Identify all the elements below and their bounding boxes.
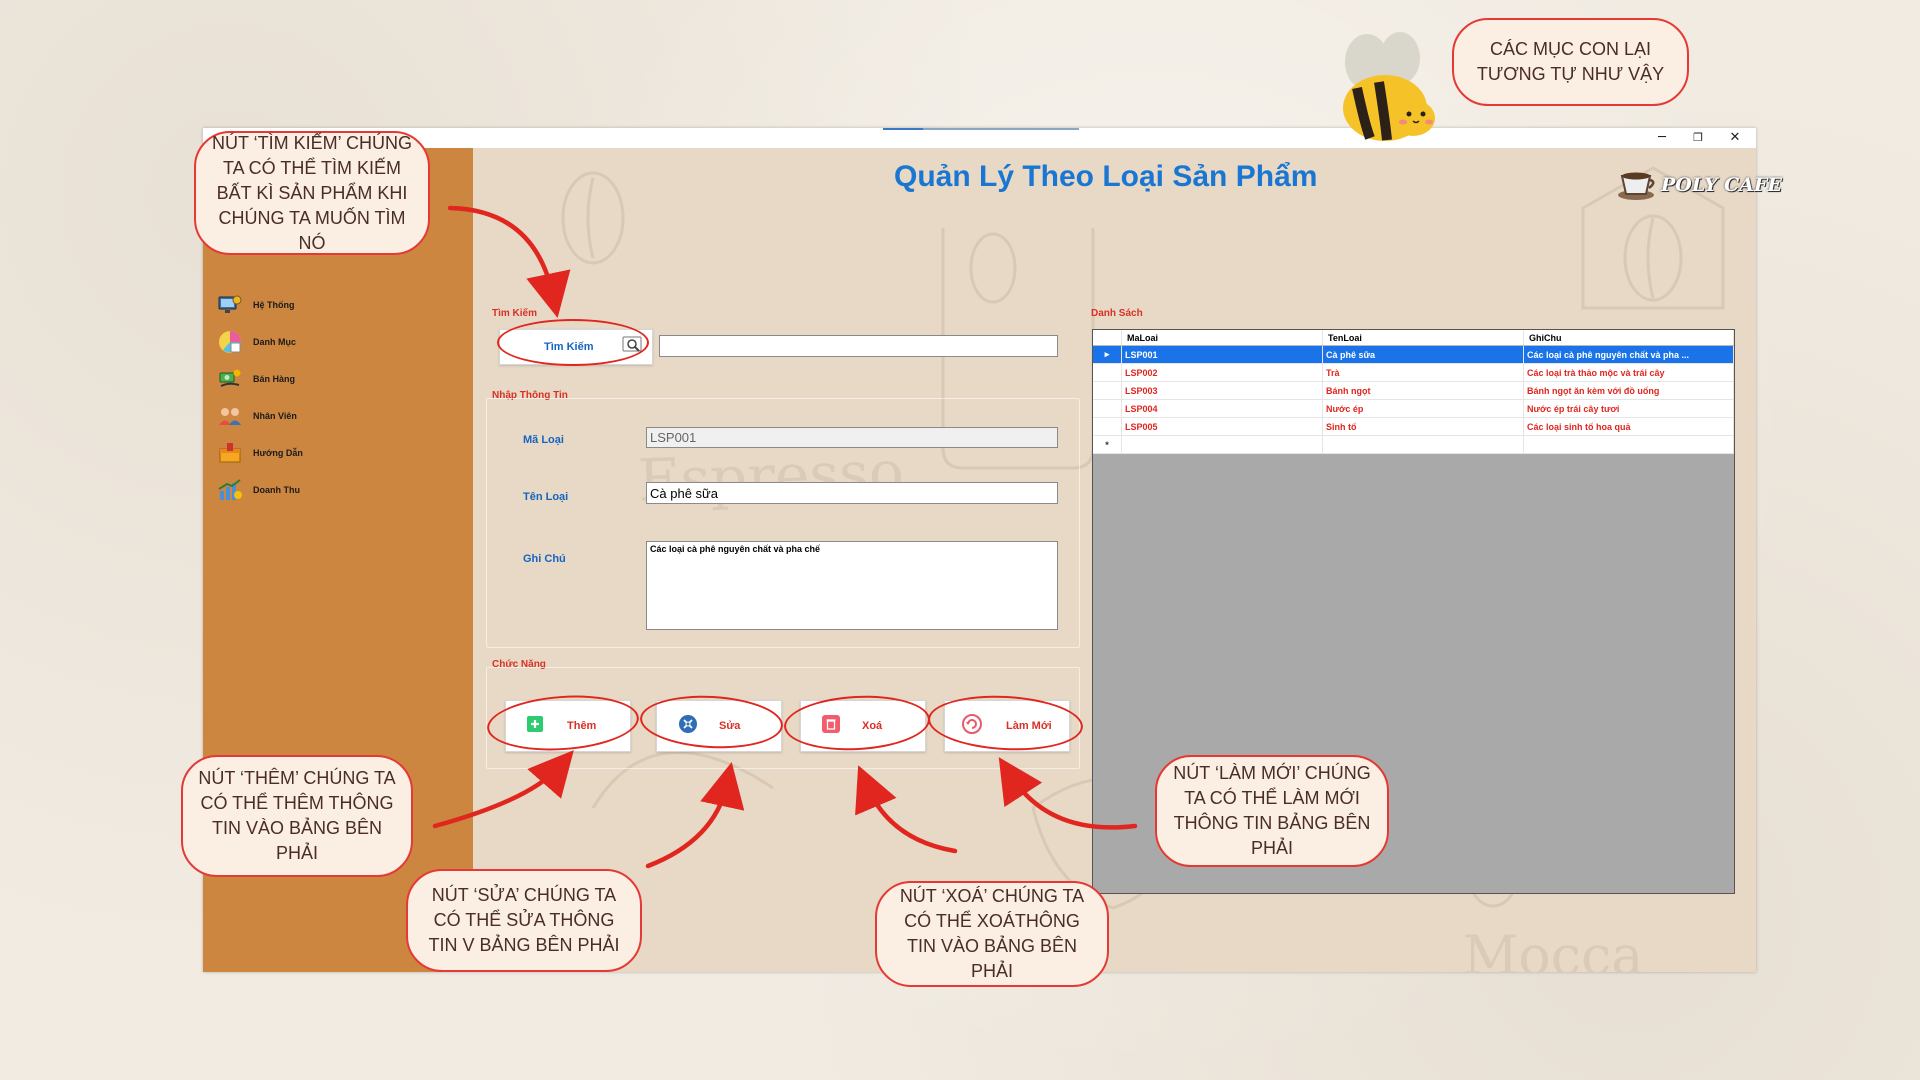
search-annotation-note: NÚT ‘TÌM KIẾM’ CHÚNG TA CÓ THỂ TÌM KIẾM … xyxy=(194,131,430,255)
add-annotation-note: NÚT ‘THÊM’ CHÚNG TA CÓ THỂ THÊM THÔNG TI… xyxy=(181,755,413,877)
refresh-arrow xyxy=(998,757,1138,830)
other-annotation-note: CÁC MỤC CON LẠI TƯƠNG TỰ NHƯ VẬY xyxy=(1452,18,1689,106)
edit-annotation-note: NÚT ‘SỬA’ CHÚNG TA CÓ THỂ SỬA THÔNG TIN … xyxy=(406,869,642,972)
delete-arrow xyxy=(855,765,958,854)
bee-mascot-icon xyxy=(1343,32,1435,141)
add-arrow xyxy=(432,750,574,829)
refresh-annotation-note: NÚT ‘LÀM MỚI’ CHÚNG TA CÓ THỂ LÀM MỚI TH… xyxy=(1155,755,1389,867)
edit-arrow xyxy=(645,762,745,869)
delete-annotation-note: NÚT ‘XOÁ’ CHÚNG TA CÓ THỂ XOÁTHÔNG TIN V… xyxy=(875,881,1109,987)
search-arrow xyxy=(447,205,571,319)
